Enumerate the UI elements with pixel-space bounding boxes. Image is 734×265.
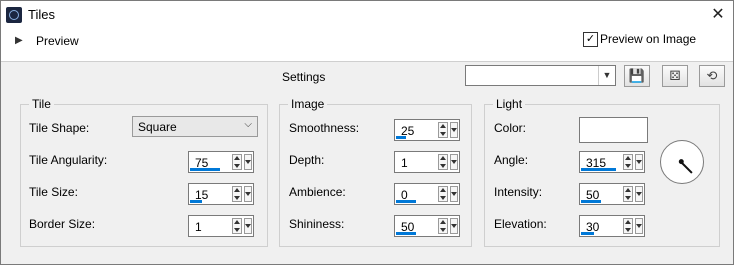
- spin-arrows-icon[interactable]: [438, 122, 448, 138]
- elevation-bar: [581, 232, 594, 235]
- image-group-title: Image: [288, 97, 328, 111]
- ambience-bar: [396, 200, 416, 203]
- dropdown-arrow-icon[interactable]: [244, 218, 252, 234]
- spin-arrows-icon[interactable]: [438, 154, 448, 170]
- reset-button[interactable]: ⟲: [699, 65, 725, 87]
- preset-select[interactable]: ▼: [465, 65, 616, 86]
- settings-label: Settings: [282, 70, 326, 84]
- dropdown-arrow-icon[interactable]: [635, 186, 643, 202]
- angle-label: Angle:: [494, 153, 529, 167]
- spin-arrows-icon[interactable]: [438, 218, 448, 234]
- angle-bar: [581, 168, 616, 171]
- smoothness-bar: [396, 136, 406, 139]
- spin-arrows-icon[interactable]: [438, 186, 448, 202]
- dropdown-arrow-icon[interactable]: [635, 218, 643, 234]
- window-title: Tiles: [28, 7, 55, 22]
- dropdown-arrow-icon[interactable]: [244, 154, 252, 170]
- spin-arrows-icon[interactable]: [232, 186, 242, 202]
- spin-arrows-icon[interactable]: [623, 154, 633, 170]
- shininess-spinner[interactable]: 50: [394, 215, 460, 237]
- spin-arrows-icon[interactable]: [623, 218, 633, 234]
- tile-size-spinner[interactable]: 15: [188, 183, 254, 205]
- dropdown-arrow-icon[interactable]: [450, 122, 458, 138]
- save-preset-button[interactable]: 💾: [624, 65, 650, 87]
- smoothness-label: Smoothness:: [289, 121, 360, 135]
- tile-angularity-label: Tile Angularity:: [29, 153, 108, 167]
- expand-arrow-icon[interactable]: ▶: [15, 35, 23, 46]
- border-size-label: Border Size:: [29, 217, 96, 231]
- border-size-spinner[interactable]: 1: [188, 215, 254, 237]
- tile-shape-select[interactable]: Square ⌵: [132, 116, 258, 137]
- shininess-label: Shininess:: [289, 217, 345, 231]
- tiles-dialog: Tiles ✕ ▶ Preview ✓ Preview on Image Set…: [0, 0, 734, 265]
- dropdown-arrow-icon[interactable]: [450, 186, 458, 202]
- chevron-down-icon[interactable]: ▼: [598, 66, 615, 85]
- save-icon: 💾: [628, 68, 646, 83]
- randomize-icon: ⚄: [669, 68, 681, 83]
- tile-size-bar: [190, 200, 202, 203]
- title-bar: Tiles ✕: [1, 1, 733, 29]
- light-group-title: Light: [493, 97, 526, 111]
- angle-needle-icon: [681, 162, 693, 174]
- randomize-button[interactable]: ⚄: [662, 65, 688, 87]
- dropdown-arrow-icon[interactable]: [450, 154, 458, 170]
- tile-angularity-bar: [190, 168, 220, 171]
- intensity-bar: [581, 200, 601, 203]
- tile-shape-value: Square: [138, 120, 177, 134]
- elevation-label: Elevation:: [494, 217, 547, 231]
- ambience-label: Ambience:: [289, 185, 346, 199]
- color-label: Color:: [494, 121, 527, 135]
- tile-size-label: Tile Size:: [29, 185, 78, 199]
- intensity-label: Intensity:: [494, 185, 543, 199]
- tile-shape-label: Tile Shape:: [29, 121, 90, 135]
- angle-spinner[interactable]: 315: [579, 151, 645, 173]
- preview-on-image-checkbox[interactable]: ✓: [583, 32, 598, 47]
- dropdown-arrow-icon[interactable]: [244, 186, 252, 202]
- intensity-spinner[interactable]: 50: [579, 183, 645, 205]
- shininess-bar: [396, 232, 416, 235]
- spin-arrows-icon[interactable]: [232, 154, 242, 170]
- ambience-spinner[interactable]: 0: [394, 183, 460, 205]
- chevron-down-icon[interactable]: ⌵: [244, 119, 252, 130]
- depth-label: Depth:: [289, 153, 325, 167]
- dropdown-arrow-icon[interactable]: [635, 154, 643, 170]
- divider: [1, 61, 733, 62]
- smoothness-spinner[interactable]: 25: [394, 119, 460, 141]
- preview-toggle[interactable]: Preview: [36, 34, 79, 48]
- preview-on-image-label[interactable]: Preview on Image: [600, 32, 696, 46]
- tile-group-title: Tile: [29, 97, 54, 111]
- spin-arrows-icon[interactable]: [232, 218, 242, 234]
- reset-icon: ⟲: [706, 68, 718, 83]
- app-icon: [6, 7, 22, 23]
- close-button[interactable]: ✕: [703, 1, 733, 29]
- depth-value[interactable]: 1: [401, 156, 408, 170]
- depth-spinner[interactable]: 1: [394, 151, 460, 173]
- dropdown-arrow-icon[interactable]: [450, 218, 458, 234]
- light-color-swatch[interactable]: [579, 117, 648, 143]
- spin-arrows-icon[interactable]: [623, 186, 633, 202]
- angle-dial[interactable]: [660, 140, 704, 184]
- tile-angularity-spinner[interactable]: 75: [188, 151, 254, 173]
- elevation-spinner[interactable]: 30: [579, 215, 645, 237]
- border-size-value[interactable]: 1: [195, 220, 202, 234]
- preview-header: ▶ Preview ✓ Preview on Image: [1, 29, 733, 61]
